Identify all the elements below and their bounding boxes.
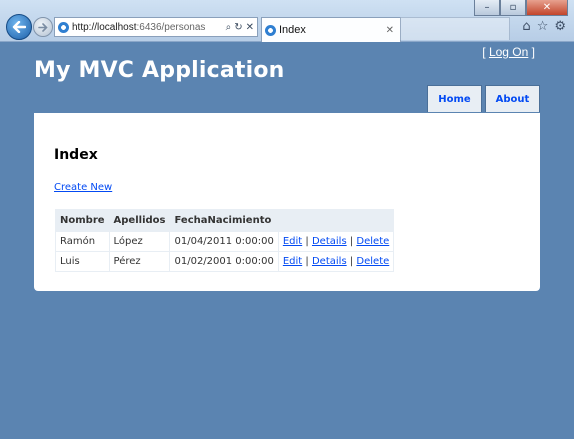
details-link[interactable]: Details (312, 236, 347, 247)
details-link[interactable]: Details (312, 256, 347, 267)
page-heading: Index (54, 147, 98, 163)
column-header-actions (277, 209, 395, 232)
window-controls: – ▫ ✕ (474, 0, 568, 16)
address-bar[interactable]: http://localhost:6436/personas ⌕ ↻ ✕ (54, 17, 258, 37)
cell-apellidos: López (108, 231, 171, 252)
tab-index[interactable]: Index ✕ (261, 17, 401, 42)
column-header-nombre: Nombre (55, 209, 110, 232)
search-icon[interactable]: ⌕ (226, 22, 232, 33)
column-header-apellidos: Apellidos (108, 209, 171, 232)
tab-favicon-icon (265, 24, 276, 36)
browser-chrome: – ▫ ✕ http://localhost:6436/personas ⌕ ↻… (0, 0, 574, 42)
cell-apellidos: Pérez (108, 251, 171, 272)
favorites-icon[interactable]: ☆ (537, 19, 549, 34)
main-content: Index Create New Nombre Apellidos FechaN… (34, 113, 540, 291)
back-button[interactable] (6, 14, 32, 40)
tools-gear-icon[interactable]: ⚙ (554, 19, 566, 34)
separator: | (349, 256, 354, 267)
logon-link[interactable]: Log On (489, 45, 528, 59)
tab-close-icon[interactable]: ✕ (386, 25, 400, 36)
cell-fecha: 01/02/2001 0:00:00 (169, 251, 279, 272)
forward-arrow-icon (38, 22, 48, 32)
minimize-button[interactable]: – (474, 0, 500, 16)
back-arrow-icon (12, 21, 26, 33)
forward-button[interactable] (33, 17, 53, 37)
edit-link[interactable]: Edit (283, 256, 302, 267)
page-favicon-icon (58, 21, 69, 33)
personas-table: Nombre Apellidos FechaNacimiento Ramón L… (55, 209, 395, 272)
cell-fecha: 01/04/2011 0:00:00 (169, 231, 279, 252)
delete-link[interactable]: Delete (356, 236, 389, 247)
create-new-link[interactable]: Create New (54, 182, 112, 193)
cell-nombre: Luis (55, 251, 110, 272)
separator: | (305, 236, 309, 247)
table-row: Luis Pérez 01/02/2001 0:00:00 Edit | Det… (55, 251, 395, 272)
table-header-row: Nombre Apellidos FechaNacimiento (55, 209, 395, 232)
home-icon[interactable]: ⌂ (522, 19, 530, 34)
cell-actions: Edit | Details | Delete (277, 251, 395, 272)
main-menu: Home About (427, 85, 540, 112)
web-page: [ Log On ] My MVC Application Home About… (1, 42, 573, 439)
close-window-button[interactable]: ✕ (526, 0, 568, 16)
tab-title: Index (279, 24, 306, 36)
address-url[interactable]: http://localhost:6436/personas (72, 22, 226, 33)
cell-nombre: Ramón (55, 231, 110, 252)
table-row: Ramón López 01/04/2011 0:00:00 Edit | De… (55, 231, 395, 252)
new-tab[interactable] (400, 17, 510, 40)
separator: | (349, 236, 354, 247)
edit-link[interactable]: Edit (283, 236, 302, 247)
logon-display: [ Log On ] (482, 45, 535, 59)
delete-link[interactable]: Delete (356, 256, 389, 267)
maximize-button[interactable]: ▫ (500, 0, 526, 16)
cell-actions: Edit | Details | Delete (277, 231, 395, 252)
menu-item-about[interactable]: About (485, 85, 540, 112)
stop-icon[interactable]: ✕ (246, 22, 254, 33)
column-header-fechanacimiento: FechaNacimiento (169, 209, 279, 232)
separator: | (305, 256, 309, 267)
refresh-icon[interactable]: ↻ (234, 22, 242, 33)
menu-item-home[interactable]: Home (427, 85, 482, 112)
app-title: My MVC Application (34, 58, 285, 83)
